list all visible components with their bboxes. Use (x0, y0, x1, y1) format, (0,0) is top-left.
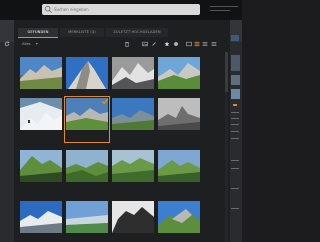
thumbnail[interactable] (158, 150, 200, 182)
thumbnail[interactable] (20, 201, 62, 233)
thumbnail[interactable] (112, 201, 154, 233)
thumbnail[interactable] (20, 150, 62, 182)
scrollbar-thumb[interactable] (225, 52, 228, 92)
thumbnail[interactable] (66, 150, 108, 182)
thumbnail[interactable] (112, 98, 154, 130)
thumbnail[interactable] (66, 201, 108, 233)
thumbnail[interactable] (158, 98, 200, 130)
thumbnail-grid (0, 0, 242, 242)
thumbnail[interactable] (20, 98, 62, 130)
thumbnail[interactable] (112, 150, 154, 182)
checkmark-icon[interactable] (101, 97, 109, 105)
thumbnail[interactable] (112, 57, 154, 89)
thumbnail[interactable] (66, 57, 108, 89)
thumbnail[interactable] (158, 201, 200, 233)
thumbnail[interactable] (20, 57, 62, 89)
thumbnail[interactable] (158, 57, 200, 89)
